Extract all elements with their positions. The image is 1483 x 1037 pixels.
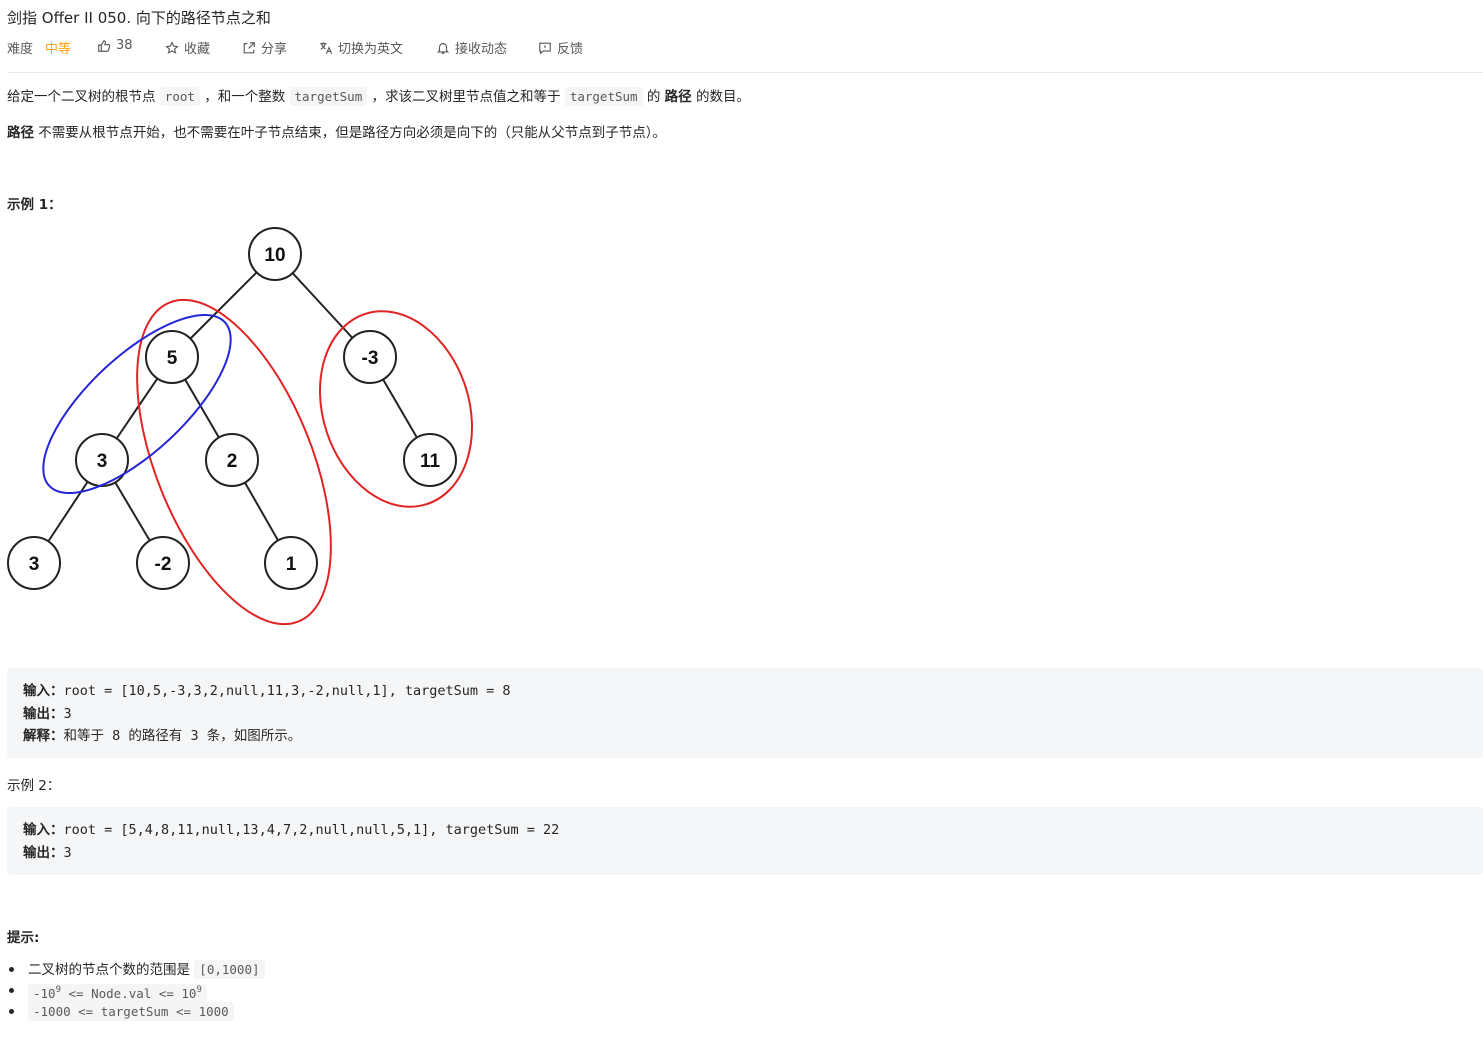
hints-list: 二叉树的节点个数的范围是 [0,1000] -10 9 <= Node.val <… — [9, 959, 265, 1022]
difficulty-value: 中等 — [45, 42, 72, 57]
tree-node-label: 1 — [286, 554, 297, 575]
desc-text: 不需要从根节点开始，也不需要在叶子节点结束，但是路径方向必须是向下的（只能从父节… — [38, 125, 667, 141]
inline-code: targetSum — [289, 87, 368, 106]
feedback-button[interactable]: 反馈 — [538, 38, 583, 57]
input-label: 输入： — [23, 822, 64, 838]
explain-value: 和等于 8 的路径有 3 条，如图所示。 — [63, 728, 302, 744]
output-value: 3 — [63, 705, 72, 722]
tree-node-label: 3 — [97, 451, 108, 472]
desc-text: 给定一个二叉树的根节点 — [7, 89, 156, 105]
example-input-line: 输入：root = [5,4,8,11,null,13,4,7,2,null,n… — [23, 819, 1467, 842]
desc-bold: 路径 — [7, 125, 34, 141]
example-2-label: 示例 2： — [7, 778, 61, 794]
description-paragraph-2: 路径 不需要从根节点开始，也不需要在叶子节点结束，但是路径方向必须是向下的（只能… — [7, 122, 666, 144]
bullet — [9, 988, 14, 993]
output-label: 输出： — [23, 705, 64, 722]
difficulty: 难度 中等 — [7, 38, 71, 57]
bullet — [9, 967, 14, 972]
star-icon — [165, 40, 179, 54]
notify-button[interactable]: 接收动态 — [436, 38, 507, 57]
tree-node-label: 11 — [420, 451, 441, 472]
favorite-label: 收藏 — [184, 42, 211, 57]
explain-label: 解释： — [23, 728, 64, 744]
desc-text: 的数目。 — [695, 89, 750, 105]
example-input-line: 输入：root = [10,5,-3,3,2,null,11,3,-2,null… — [23, 680, 1467, 703]
hint-item: -109 <= Node.val <= 109 — [9, 980, 265, 1003]
inline-code: -1000 <= targetSum <= 1000 — [28, 1002, 234, 1021]
description-paragraph-1: 给定一个二叉树的根节点 root ，和一个整数 targetSum ，求该二叉树… — [7, 86, 750, 108]
example-output-line: 输出：3 — [23, 842, 1467, 865]
tree-node-label: -3 — [362, 348, 379, 369]
notify-label: 接收动态 — [455, 42, 508, 57]
desc-text: 的 — [646, 89, 661, 105]
example-output-line: 输出：3 — [23, 703, 1467, 726]
bullet — [9, 1009, 14, 1014]
desc-text: ，求该二叉树里节点值之和等于 — [371, 89, 561, 105]
divider — [7, 72, 1483, 73]
like-count: 38 — [116, 38, 133, 53]
input-value: root = [5,4,8,11,null,13,4,7,2,null,null… — [63, 822, 560, 838]
desc-text: ，和一个整数 — [204, 89, 286, 105]
problem-title: 剑指 Offer II 050. 向下的路径节点之和 — [7, 9, 271, 27]
feedback-icon — [539, 42, 551, 54]
inline-code: root — [159, 87, 200, 106]
hint-item: -1000 <= targetSum <= 1000 — [9, 1001, 265, 1022]
feedback-label: 反馈 — [557, 42, 584, 57]
example-1-codeblock: 输入：root = [10,5,-3,3,2,null,11,3,-2,null… — [7, 668, 1483, 758]
desc-bold: 路径 — [664, 89, 692, 105]
translate-button[interactable]: 切换为英文 — [319, 38, 403, 57]
inline-code: [0,1000] — [194, 960, 265, 979]
tree-node-label: 10 — [264, 245, 285, 266]
output-label: 输出： — [23, 844, 64, 861]
code-text: -10 — [33, 986, 56, 1001]
output-value: 3 — [63, 844, 72, 861]
tree-node-label: 3 — [29, 554, 40, 575]
tree-node-label: -2 — [155, 554, 172, 575]
share-button[interactable]: 分享 — [242, 38, 287, 57]
share-icon — [243, 41, 255, 53]
tree-node-label: 2 — [227, 451, 238, 472]
share-label: 分享 — [261, 42, 288, 57]
translate-icon — [320, 41, 333, 54]
hint-text: 二叉树的节点个数的范围是 — [28, 962, 190, 978]
hints-label: 提示: — [7, 930, 40, 946]
tree-node-label: 5 — [167, 348, 178, 369]
difficulty-label: 难度 — [7, 42, 34, 57]
path-highlight-blue — [42, 313, 232, 495]
bell-icon — [436, 42, 450, 54]
example-explain-line: 解释：和等于 8 的路径有 3 条，如图所示。 — [23, 725, 1467, 748]
example-1-tree-figure: 10 5 -3 3 2 11 3 -2 1 — [7, 227, 473, 626]
like-button[interactable]: 38 — [97, 38, 133, 53]
inline-code: targetSum — [564, 87, 643, 106]
example-1-label: 示例 1： — [7, 197, 62, 213]
hint-item: 二叉树的节点个数的范围是 [0,1000] — [9, 959, 265, 980]
thumbs-up-icon — [98, 39, 111, 52]
favorite-button[interactable]: 收藏 — [165, 38, 210, 57]
code-text: <= Node.val <= 10 — [61, 986, 197, 1001]
input-label: 输入： — [23, 683, 64, 699]
superscript: 9 — [196, 985, 202, 995]
example-2-codeblock: 输入：root = [5,4,8,11,null,13,4,7,2,null,n… — [7, 807, 1483, 875]
translate-label: 切换为英文 — [338, 42, 404, 57]
input-value: root = [10,5,-3,3,2,null,11,3,-2,null,1]… — [63, 683, 511, 699]
path-highlight-red — [319, 310, 473, 508]
